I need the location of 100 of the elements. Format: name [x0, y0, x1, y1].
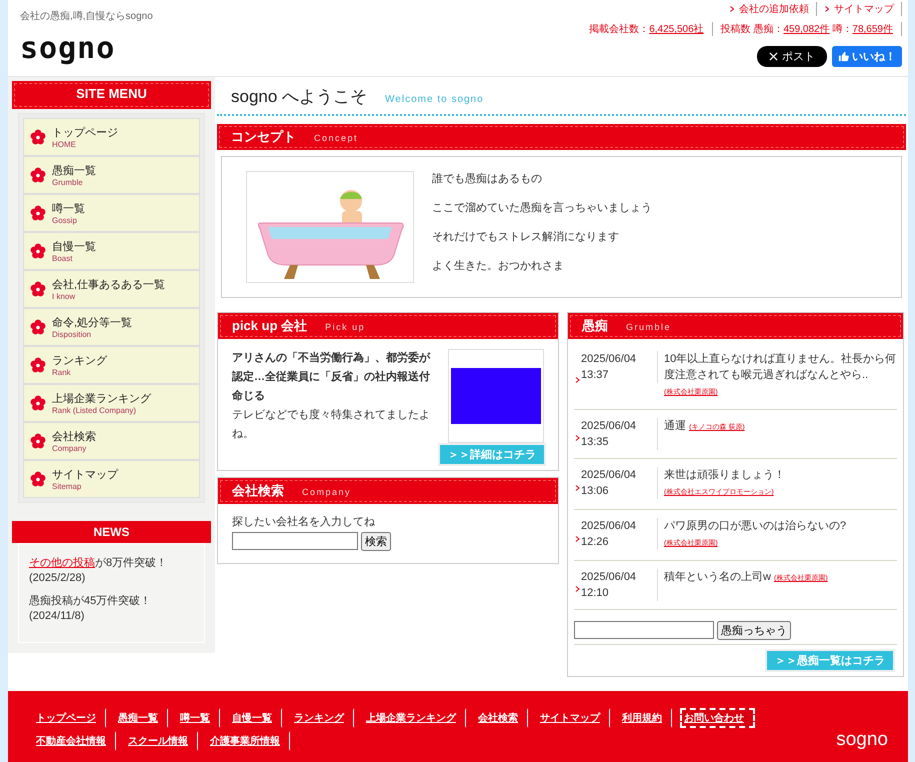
menu-label: 噂一覧	[52, 202, 85, 216]
menu-label: サイトマップ	[52, 468, 118, 482]
site-menu-item[interactable]: 愚痴一覧 Grumble	[23, 156, 200, 194]
chevron-icon	[574, 536, 581, 542]
post-timestamp: 2025/06/04 13:35	[581, 418, 658, 450]
stat-count-link[interactable]: 6,425,506社	[649, 24, 704, 35]
site-menu-item[interactable]: 会社検索 Company	[23, 422, 200, 460]
grumble-input-field[interactable]	[574, 621, 714, 639]
footer-link[interactable]: 不動産会社情報	[32, 731, 116, 751]
section-heading: 会社検索 Company	[218, 478, 558, 504]
menu-sublabel: Rank (Listed Company)	[52, 406, 138, 415]
site-menu-item[interactable]: サイトマップ Sitemap	[23, 460, 200, 498]
search-button[interactable]: 検索	[361, 532, 391, 551]
flower-icon	[30, 395, 46, 411]
concept-text: 誰でも愚痴はあるもの	[432, 172, 543, 186]
footer-logo: sogno	[836, 729, 888, 751]
flower-icon	[30, 205, 46, 221]
post-timestamp: 2025/06/04 12:10	[581, 569, 658, 601]
section-heading: pick up 会社 Pick up	[218, 313, 558, 339]
news-heading: NEWS	[12, 521, 211, 543]
concept-text: よく生きた。おつかれさま	[432, 259, 565, 273]
stat-count-link[interactable]: 459,082件	[783, 24, 830, 35]
footer-link[interactable]: 利用規約	[618, 708, 672, 728]
menu-label: 会社,仕事あるある一覧	[52, 278, 166, 292]
post-timestamp: 2025/06/04 13:06	[581, 467, 658, 499]
footer-link[interactable]: 自慢一覧	[228, 708, 282, 728]
chevron-icon	[574, 586, 581, 592]
footer-link[interactable]: お問い合わせ	[680, 708, 755, 728]
section-heading: コンセプト Concept	[217, 124, 906, 150]
stat-label: 噂：	[831, 24, 852, 35]
flower-icon	[30, 167, 46, 183]
x-logo-icon	[769, 52, 778, 61]
stat-count-link[interactable]: 78,659件	[852, 24, 893, 35]
menu-label: トップページ	[52, 126, 118, 140]
flower-icon	[30, 357, 46, 373]
site-tagline: 会社の愚痴,噂,自慢ならsogno	[20, 10, 153, 23]
pickup-headline[interactable]: アリさんの「不当労働行為」、都労委が認定…全従業員に「反省」の社内報送付命じる	[232, 349, 434, 406]
footer-link[interactable]: スクール情報	[124, 731, 198, 751]
menu-label: ランキング	[52, 354, 107, 368]
footer-link[interactable]: ランキング	[290, 708, 354, 728]
menu-label: 命令,処分等一覧	[52, 316, 132, 330]
menu-label: 愚痴一覧	[52, 164, 96, 178]
footer-link[interactable]: 介護事業所情報	[206, 731, 290, 751]
menu-sublabel: I know	[52, 292, 76, 301]
site-menu-item[interactable]: 自慢一覧 Boast	[23, 232, 200, 270]
news-item: 愚痴投稿が45万件突破！ (2024/11/8)	[29, 594, 152, 624]
footer-link[interactable]: トップページ	[32, 708, 106, 728]
header-link[interactable]: 会社の追加依頼	[739, 2, 809, 16]
site-logo[interactable]: sogno	[20, 31, 153, 66]
concept-text: ここで溜めていた愚痴を言っちゃいましょう	[432, 200, 652, 215]
site-menu-item[interactable]: ランキング Rank	[23, 346, 200, 384]
chevron-icon	[574, 377, 581, 383]
footer-link[interactable]: サイトマップ	[536, 708, 610, 728]
pickup-description: テレビなどでも度々特集されてましたよね。	[232, 408, 431, 442]
flower-icon	[30, 433, 46, 449]
chevron-icon	[825, 6, 829, 12]
footer-link[interactable]: 会社検索	[474, 708, 528, 728]
grumble-submit-button[interactable]: 愚痴っちゃう	[717, 621, 791, 640]
chevron-icon	[730, 6, 734, 12]
site-menu-item[interactable]: 上場企業ランキング Rank (Listed Company)	[23, 384, 200, 422]
menu-label: 自慢一覧	[52, 240, 96, 254]
menu-label: 上場企業ランキング	[52, 392, 151, 406]
footer-link[interactable]: 上場企業ランキング	[362, 708, 466, 728]
flower-icon	[30, 281, 46, 297]
section-heading: 愚痴 Grumble	[568, 313, 903, 339]
concept-text: それだけでもストレス解消になります	[432, 230, 620, 244]
menu-sublabel: Rank	[52, 368, 72, 377]
site-menu-item[interactable]: 噂一覧 Gossip	[23, 194, 200, 232]
thumbs-up-icon	[838, 51, 849, 62]
flower-icon	[30, 243, 46, 259]
news-item: その他の投稿が8万件突破！ (2025/2/28)	[29, 556, 168, 586]
menu-sublabel: Boast	[52, 254, 74, 263]
header-link[interactable]: サイトマップ	[834, 2, 894, 16]
post-timestamp: 2025/06/04 12:26	[581, 518, 658, 550]
chevron-icon	[574, 485, 581, 491]
news-link[interactable]: その他の投稿	[29, 557, 95, 569]
search-prompt: 探したい会社名を入力してね	[232, 515, 376, 529]
welcome-subtitle: Welcome to sogno	[385, 94, 484, 105]
menu-sublabel: Grumble	[52, 178, 84, 187]
menu-sublabel: Company	[52, 444, 88, 453]
menu-sublabel: Sitemap	[52, 482, 82, 491]
menu-sublabel: Gossip	[52, 216, 78, 225]
footer-link[interactable]: 愚痴一覧	[114, 708, 168, 728]
footer-link[interactable]: 噂一覧	[176, 708, 220, 728]
site-menu-item[interactable]: トップページ HOME	[23, 118, 200, 156]
company-search-field[interactable]	[232, 532, 358, 550]
menu-sublabel: HOME	[52, 140, 77, 149]
post-timestamp: 2025/06/04 13:37	[581, 351, 658, 383]
post-button[interactable]: ポスト	[757, 46, 827, 67]
site-menu-item[interactable]: 命令,処分等一覧 Disposition	[23, 308, 200, 346]
like-button[interactable]: いいね！	[832, 46, 902, 67]
flower-icon	[30, 129, 46, 145]
flower-icon	[30, 471, 46, 487]
site-menu-item[interactable]: 会社,仕事あるある一覧 I know	[23, 270, 200, 308]
welcome-title: sogno へようこそ	[231, 86, 368, 108]
chevron-icon	[574, 435, 581, 441]
stat-label: 投稿数 愚痴：	[720, 24, 784, 35]
flower-icon	[30, 319, 46, 335]
stat-label: 掲載会社数：	[589, 24, 650, 35]
menu-label: 会社検索	[52, 430, 96, 444]
